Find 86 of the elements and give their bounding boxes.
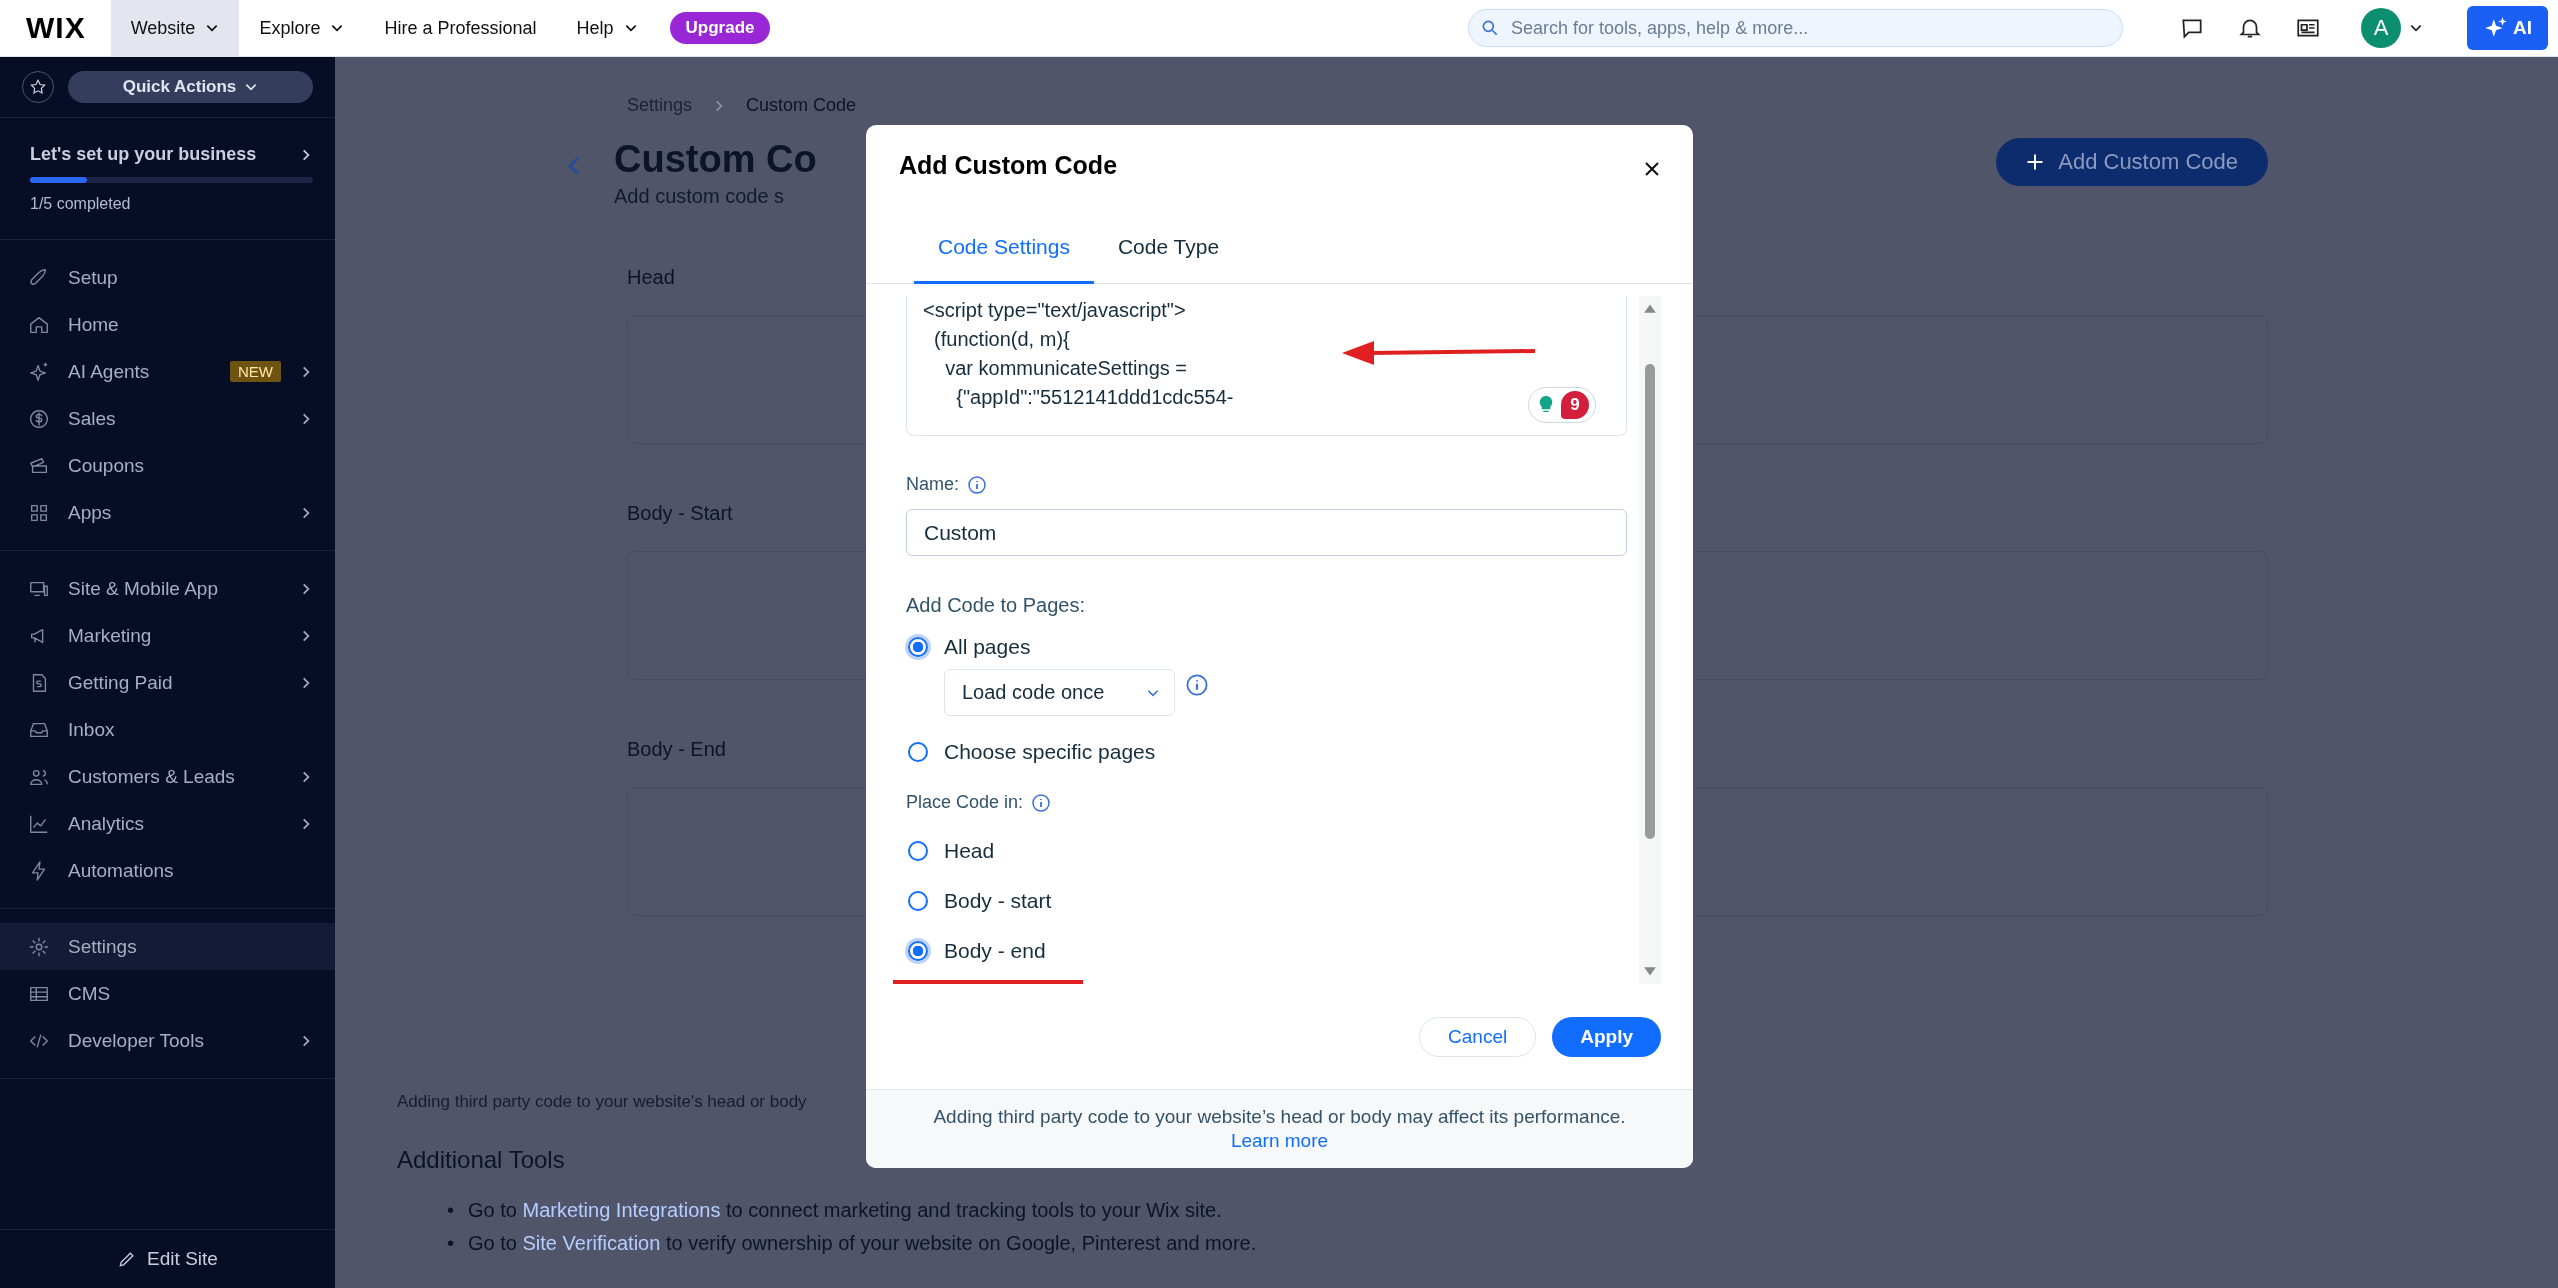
radio-button[interactable]	[908, 891, 928, 911]
info-icon[interactable]	[1185, 673, 1209, 697]
footer-note: Adding third party code to your website’s head or body may affect its performance. Learn more	[932, 1105, 1627, 1153]
tab[interactable]: Code Type	[1093, 235, 1244, 284]
sidebar-item[interactable]: Coupons	[0, 442, 335, 489]
tool-tip-text: Go to Marketing Integrations to connect marketing and tracking tools to your Wix site.	[468, 1198, 1222, 1223]
search-icon	[1480, 18, 1500, 38]
group-label: Add Code to Pages:	[906, 594, 1085, 617]
sidebar-item[interactable]: Home	[0, 301, 335, 348]
dialog-title: Add Custom Code	[899, 150, 1118, 180]
sidebar-item[interactable]: Site & Mobile App	[0, 565, 335, 612]
radio-label[interactable]: All pages	[944, 635, 1031, 659]
nav-tab[interactable]: Help	[556, 0, 658, 57]
tool-tip-text: Go to Site Verification to verify ownership of your website on Google, Pinterest and more.	[468, 1231, 1257, 1256]
sidebar-item[interactable]: Developer Tools	[0, 1017, 335, 1064]
name-field[interactable]: Custom	[906, 509, 1627, 556]
radio-label[interactable]: Head	[944, 839, 995, 863]
upgrade-button[interactable]: Upgrade	[669, 12, 771, 44]
avatar[interactable]: A	[2361, 8, 2401, 48]
info-icon[interactable]	[1031, 792, 1052, 813]
sidebar-item[interactable]: Customers & Leads	[0, 753, 335, 800]
link[interactable]: Marketing Integrations	[522, 1199, 721, 1221]
page-title: Custom Co	[614, 138, 817, 181]
nav-tab[interactable]: Website	[110, 0, 240, 57]
bullet: •	[447, 1198, 454, 1223]
setup-link[interactable]: Let's set up your business	[30, 144, 313, 165]
star-icon	[28, 77, 48, 97]
radio-label[interactable]: Choose specific pages	[944, 740, 1156, 764]
count-badge: 9	[1561, 391, 1589, 419]
sidebar-item[interactable]: Marketing	[0, 612, 335, 659]
progress-text: 1/5 completed	[30, 195, 131, 213]
radio-button[interactable]	[908, 941, 928, 961]
sidebar-item[interactable]: Settings	[0, 923, 335, 970]
writing-assistant-badge[interactable]: 9	[1528, 387, 1596, 423]
sidebar-item[interactable]: Apps	[0, 489, 335, 536]
section-title: Head	[627, 266, 675, 289]
disclaimer-text: Adding third party code to your website's head or body	[397, 1092, 807, 1112]
code-line: <script type="text/javascript">	[923, 298, 1186, 323]
sparkle-icon	[28, 360, 50, 383]
radio-label[interactable]: Body - start	[944, 889, 1052, 913]
dollar-icon	[28, 407, 50, 430]
sidebar-item[interactable]: Getting Paid	[0, 659, 335, 706]
radio-button[interactable]	[908, 841, 928, 861]
code-line: var kommunicateSettings =	[944, 356, 1187, 381]
link[interactable]: Site Verification	[522, 1232, 661, 1254]
page-subtitle: Add custom code s	[614, 185, 785, 208]
new-badge: NEW	[230, 361, 281, 382]
quick-actions-button[interactable]: Quick Actions	[68, 71, 313, 103]
sidebar-item[interactable]: Sales	[0, 395, 335, 442]
nav-tab[interactable]: Explore	[239, 0, 365, 57]
radio-button[interactable]	[908, 742, 928, 762]
settings-icon	[28, 935, 50, 958]
scroll-down-icon[interactable]	[1643, 966, 1657, 978]
radio-button[interactable]	[908, 637, 928, 657]
learn-more-link[interactable]: Learn more	[1230, 1130, 1329, 1151]
info-icon[interactable]	[967, 474, 987, 495]
edit-site-button[interactable]: Edit Site	[0, 1230, 335, 1288]
plus-icon	[2026, 153, 2045, 171]
sidebar-item[interactable]: Automations	[0, 847, 335, 894]
cancel-button[interactable]: Cancel	[1419, 1016, 1537, 1057]
search-field[interactable]: Search for tools, apps, help & more...	[1468, 9, 2123, 47]
apply-button[interactable]: Apply	[1552, 1016, 1661, 1057]
section-title: Body - Start	[627, 502, 733, 525]
code-line: {"appId":"5512141ddd1cdc554-	[955, 385, 1234, 410]
field-label: Name:	[906, 474, 959, 495]
sidebar-item[interactable]: AI Agents NEW	[0, 348, 335, 395]
section-heading: Additional Tools	[397, 1146, 565, 1174]
nav-tab[interactable]: Hire a Professional	[364, 0, 557, 57]
section-title: Body - End	[627, 738, 726, 761]
sidebar-item[interactable]: CMS	[0, 970, 335, 1017]
load-dropdown[interactable]: Load code once	[944, 669, 1175, 716]
field-label: Place Code in:	[906, 792, 1024, 813]
bullet: •	[447, 1231, 454, 1256]
breadcrumb-current: Custom Code	[746, 95, 857, 116]
sidebar-item[interactable]: Setup	[0, 254, 335, 301]
radio-label[interactable]: Body - end	[944, 939, 1046, 963]
scrollbar[interactable]	[1639, 296, 1661, 984]
logo[interactable]: WIX	[0, 11, 111, 45]
close-icon[interactable]	[1643, 160, 1661, 178]
ai-button[interactable]: AI	[2467, 6, 2548, 50]
tab[interactable]: Code Settings	[914, 235, 1094, 284]
code-line: (function(d, m){	[933, 327, 1070, 352]
scroll-up-icon[interactable]	[1643, 302, 1657, 314]
sidebar-item[interactable]: Analytics	[0, 800, 335, 847]
add-custom-code-button[interactable]: Add Custom Code	[1996, 138, 2268, 186]
sidebar-item[interactable]: Inbox	[0, 706, 335, 753]
